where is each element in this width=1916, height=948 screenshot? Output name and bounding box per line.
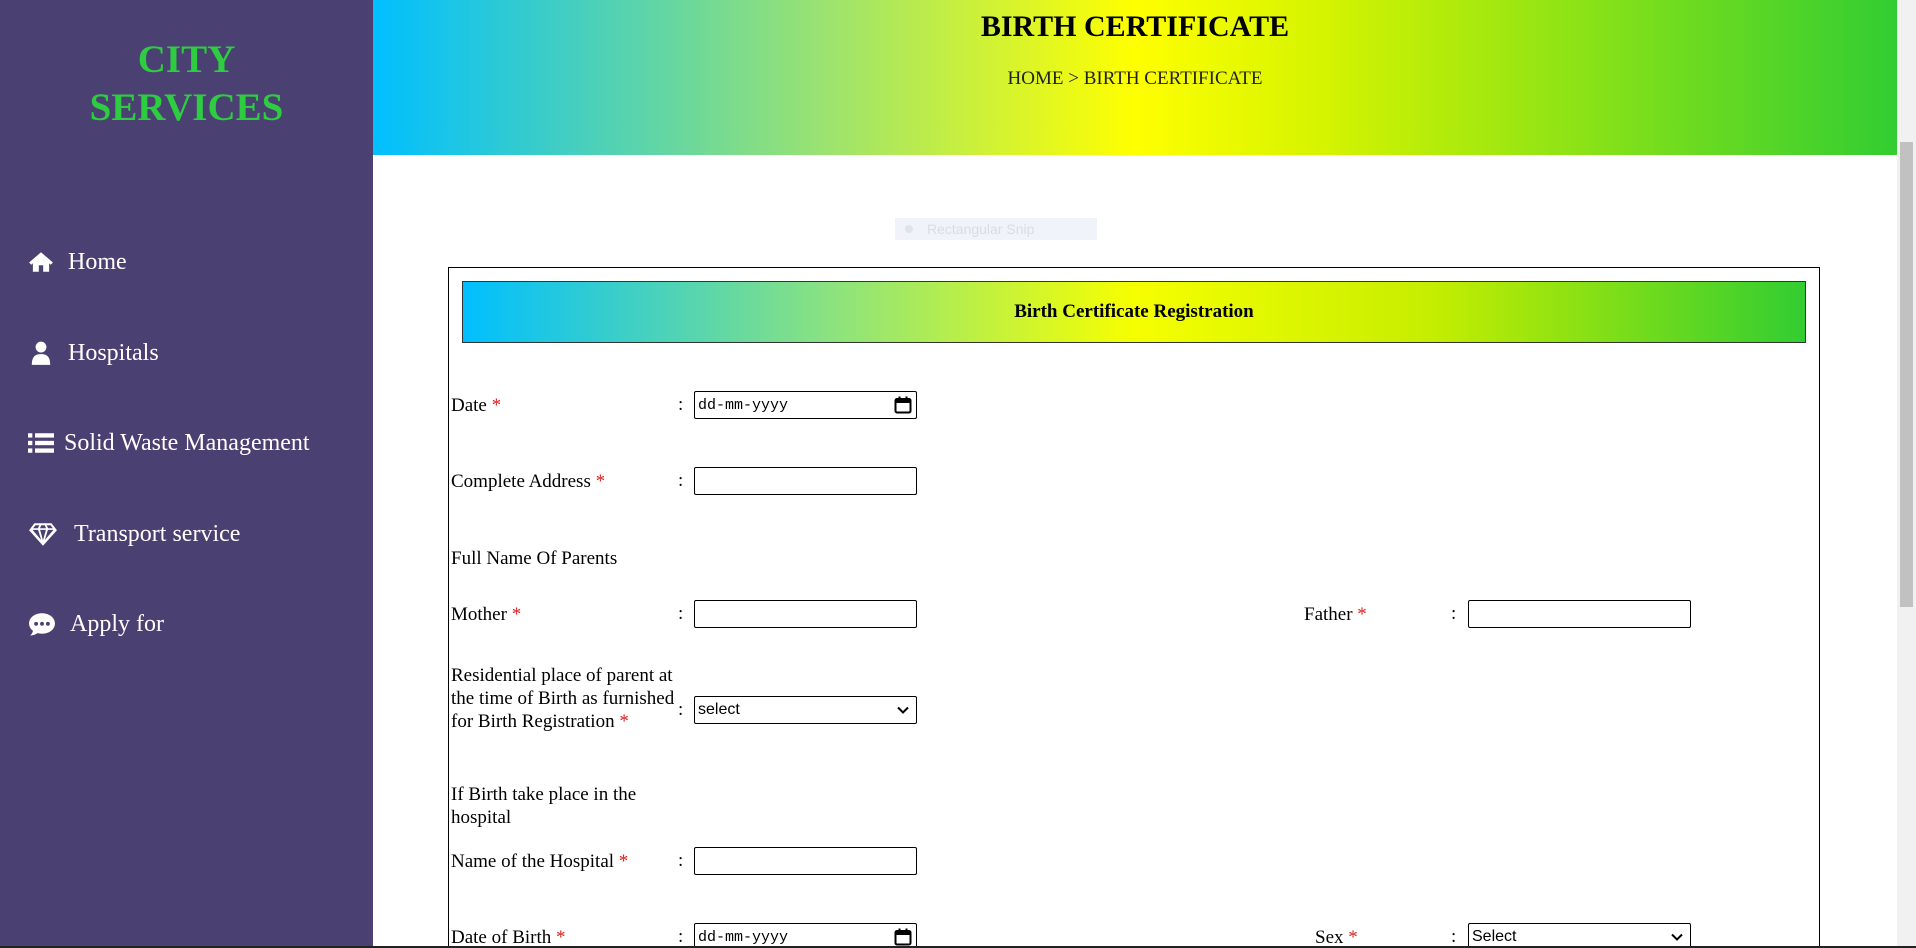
sidebar-item-label: Transport service [74,520,241,547]
snip-tool-overlay: Rectangular Snip [895,218,1097,240]
hospital-name-input[interactable] [694,847,917,875]
sidebar-item-label: Hospitals [68,339,159,366]
brand-logo[interactable]: CITY SERVICES [0,36,373,132]
required-mark: * [619,711,629,732]
sidebar-item-hospitals[interactable]: Hospitals [28,333,159,373]
user-icon [31,341,51,365]
breadcrumb-current: BIRTH CERTIFICATE [1083,68,1263,89]
sidebar-item-label: Home [68,248,127,275]
sex-select-value: Select [1472,928,1517,945]
dob-label-text: Date of Birth [451,927,557,948]
dob-input-value: dd-mm-yyyy [698,928,789,946]
diamond-icon [29,523,57,546]
comment-icon [29,613,55,636]
home-icon [29,252,53,272]
date-label: Date * [451,394,501,417]
father-label: Father * [1304,603,1367,626]
calendar-icon[interactable] [894,396,912,414]
required-mark: * [1348,927,1358,948]
residential-label: Residential place of parent at the time … [451,664,681,733]
sex-select[interactable]: Select [1468,923,1691,948]
address-label-text: Complete Address [451,471,596,492]
brand-line1: CITY [137,38,236,81]
required-mark: * [595,471,606,492]
sidebar-item-apply[interactable]: Apply for [28,604,164,644]
calendar-icon[interactable] [894,928,912,946]
breadcrumb-separator: > [1063,68,1084,89]
sidebar-item-label: Apply for [70,610,164,637]
vertical-scrollbar[interactable] [1897,0,1916,948]
mother-name-input[interactable] [694,600,917,628]
required-mark: * [618,851,629,872]
header-banner: BIRTH CERTIFICATE HOME > BIRTH CERTIFICA… [373,0,1897,155]
hospital-label: Name of the Hospital * [451,850,628,873]
sidebar-item-label: Solid Waste Management [64,429,310,456]
residential-select-value: select [698,701,740,718]
sex-label: Sex * [1315,926,1358,948]
list-icon [28,433,54,453]
residential-label-text: Residential place of parent at the time … [451,665,675,732]
required-mark: * [511,604,522,625]
date-label-text: Date [451,395,492,416]
sidebar-item-solid-waste[interactable]: Solid Waste Management [28,423,310,463]
required-mark: * [1357,604,1367,625]
sex-label-text: Sex [1315,927,1349,948]
required-mark: * [556,927,566,948]
colon: : [1451,603,1457,624]
colon: : [678,394,684,415]
father-label-text: Father [1304,604,1358,625]
form-heading: Birth Certificate Registration [462,281,1806,343]
colon: : [678,603,684,624]
breadcrumb: HOME > BIRTH CERTIFICATE [373,68,1897,90]
colon: : [678,926,684,947]
colon: : [1451,926,1457,947]
parents-heading: Full Name Of Parents [451,548,618,569]
chevron-down-icon [1671,933,1683,941]
required-mark: * [491,395,502,416]
sidebar-item-transport[interactable]: Transport service [28,514,240,554]
sidebar: CITY SERVICES Home Hospitals Solid Waste… [0,0,373,948]
brand-line2: SERVICES [89,86,284,129]
sidebar-item-home[interactable]: Home [28,242,127,282]
hospital-heading: If Birth take place in the hospital [451,784,637,828]
hospital-label-text: Name of the Hospital [451,851,619,872]
colon: : [678,850,684,871]
address-label: Complete Address * [451,470,605,493]
colon: : [678,470,684,491]
residential-select[interactable]: select [694,696,917,724]
snip-label: Rectangular Snip [927,221,1035,237]
breadcrumb-home-link[interactable]: HOME [1008,68,1064,89]
scrollbar-thumb[interactable] [1900,142,1913,607]
dob-input[interactable]: dd-mm-yyyy [694,923,917,948]
address-input[interactable] [694,467,917,495]
dob-label: Date of Birth * [451,926,566,948]
chevron-down-icon [897,706,909,714]
father-name-input[interactable] [1468,600,1691,628]
page: CITY SERVICES Home Hospitals Solid Waste… [0,0,1916,948]
snip-icon [905,225,913,233]
mother-label: Mother * [451,603,521,626]
date-input-value: dd-mm-yyyy [698,396,789,414]
mother-label-text: Mother [451,604,512,625]
date-input[interactable]: dd-mm-yyyy [694,391,917,419]
colon: : [678,699,684,720]
page-title: BIRTH CERTIFICATE [980,10,1290,43]
